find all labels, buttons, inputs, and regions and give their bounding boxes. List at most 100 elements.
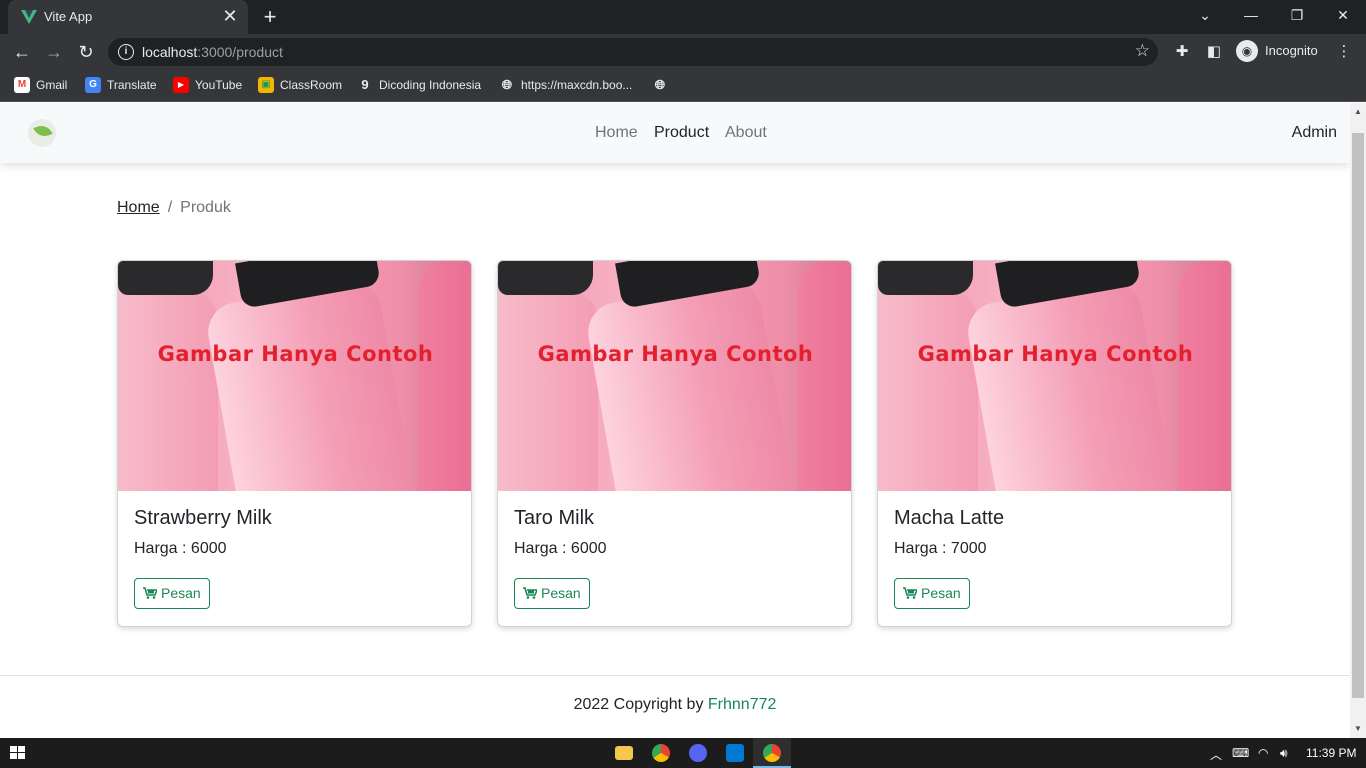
translate-icon: G <box>85 77 101 93</box>
card-body: Taro Milk Harga : 6000 Pesan <box>514 507 835 609</box>
menu-kebab-icon[interactable]: ⋮ <box>1334 42 1354 62</box>
brand-logo[interactable] <box>28 119 56 147</box>
url-text: localhost:3000/product <box>142 44 283 60</box>
windows-start-icon[interactable] <box>10 746 26 760</box>
product-card: Gambar Hanya Contoh Strawberry Milk Harg… <box>117 260 472 627</box>
wifi-icon[interactable]: ◠ <box>1258 746 1268 760</box>
image-caption: Gambar Hanya Contoh <box>157 342 434 366</box>
image-caption: Gambar Hanya Contoh <box>917 342 1194 366</box>
bookmarks-bar: M Gmail G Translate ▶ YouTube ▣ ClassRoom 9D… <box>0 70 1366 102</box>
tab-search-chevron-icon[interactable]: ⌄ <box>1182 0 1228 30</box>
leaf-icon <box>33 122 53 140</box>
scroll-down-icon[interactable]: ▼ <box>1350 722 1366 736</box>
volume-icon[interactable]: 🔊︎ <box>1280 746 1288 761</box>
youtube-icon: ▶ <box>173 77 189 93</box>
bookmark-youtube[interactable]: ▶ YouTube <box>173 77 242 95</box>
chrome-icon <box>763 744 781 762</box>
bookmark-maxcdn[interactable]: 🌐︎ https://maxcdn.boo... <box>499 77 633 95</box>
bookmark-label: Dicoding Indonesia <box>379 78 482 92</box>
reload-icon[interactable]: ↻ <box>74 40 98 64</box>
footer-author-link[interactable]: Frhnn772 <box>708 696 777 713</box>
order-button[interactable]: Pesan <box>514 578 590 609</box>
taskbar-chrome-incognito[interactable] <box>753 738 791 768</box>
taskbar-vscode[interactable] <box>716 738 754 768</box>
scrollbar-thumb[interactable] <box>1352 133 1364 698</box>
back-icon[interactable]: ← <box>10 40 34 64</box>
taskbar-chrome[interactable] <box>642 738 680 768</box>
taskbar-clock[interactable]: 11:39 PM <box>1306 746 1356 760</box>
product-image: Gambar Hanya Contoh <box>878 261 1231 491</box>
scroll-up-icon[interactable]: ▲ <box>1350 105 1366 119</box>
taskbar-discord[interactable] <box>679 738 717 768</box>
incognito-label: Incognito <box>1265 43 1318 58</box>
vscode-icon <box>726 744 744 762</box>
url-host: localhost <box>142 44 198 60</box>
site-navbar: Home Product About Admin <box>0 103 1350 163</box>
bookmark-untitled[interactable]: 🌐︎ <box>652 77 674 95</box>
image-caption: Gambar Hanya Contoh <box>537 342 814 366</box>
product-price: Harga : 6000 <box>134 540 227 557</box>
incognito-icon: ◉ <box>1236 40 1258 62</box>
browser-toolbar: ← → ↻ i localhost:3000/product ☆ ✚ ◧ ◉ I… <box>0 34 1366 70</box>
bookmark-translate[interactable]: G Translate <box>85 77 157 95</box>
globe-icon: 🌐︎ <box>654 77 666 92</box>
footer-text: 2022 Copyright by Frhnn772 <box>0 696 1350 714</box>
footer-prefix: 2022 Copyright by <box>573 696 708 713</box>
vite-vue-icon <box>21 10 37 24</box>
bookmark-label: Gmail <box>36 78 68 92</box>
os-taskbar: ︿ ⌨ ◠ 🔊︎ 11:39 PM <box>0 738 1366 768</box>
bookmark-label: ClassRoom <box>280 78 343 92</box>
product-name: Strawberry Milk <box>134 507 272 529</box>
globe-icon: 🌐︎ <box>501 77 513 92</box>
nav-admin[interactable]: Admin <box>1292 124 1337 142</box>
classroom-icon: ▣ <box>258 77 274 93</box>
site-info-icon[interactable]: i <box>118 44 134 60</box>
breadcrumb: Home / Produk <box>117 199 231 217</box>
cart-icon <box>903 587 917 599</box>
bookmark-classroom[interactable]: ▣ ClassRoom <box>258 77 342 95</box>
close-window-icon[interactable]: ✕ <box>1320 0 1366 30</box>
card-body: Strawberry Milk Harga : 6000 Pesan <box>134 507 455 609</box>
nav-link-product[interactable]: Product <box>654 124 709 142</box>
extensions-icon[interactable]: ✚ <box>1172 42 1192 62</box>
tray-chevron-icon[interactable]: ︿ <box>1210 746 1222 763</box>
browser-tab-strip: Vite App ✕ + ⌄ — ❐ ✕ <box>0 0 1366 34</box>
nav-link-about[interactable]: About <box>725 124 767 142</box>
nav-link-home[interactable]: Home <box>595 124 638 142</box>
product-price: Harga : 6000 <box>514 540 607 557</box>
order-button-label: Pesan <box>541 585 581 601</box>
order-button-label: Pesan <box>161 585 201 601</box>
order-button[interactable]: Pesan <box>134 578 210 609</box>
product-price: Harga : 7000 <box>894 540 987 557</box>
discord-icon <box>689 744 707 762</box>
order-button-label: Pesan <box>921 585 961 601</box>
minimize-icon[interactable]: — <box>1228 0 1274 30</box>
taskbar-file-explorer[interactable] <box>605 738 643 768</box>
product-image: Gambar Hanya Contoh <box>498 261 851 491</box>
breadcrumb-current: Produk <box>180 199 231 216</box>
keyboard-layout-icon[interactable]: ⌨ <box>1232 746 1249 760</box>
bookmark-label: YouTube <box>195 78 243 92</box>
product-name: Taro Milk <box>514 507 595 529</box>
product-image: Gambar Hanya Contoh <box>118 261 471 491</box>
cart-icon <box>143 587 157 599</box>
address-bar[interactable]: i localhost:3000/product ☆ <box>108 38 1158 66</box>
bookmark-dicoding[interactable]: 9 Dicoding Indonesia <box>357 77 481 95</box>
close-tab-icon[interactable]: ✕ <box>220 6 240 26</box>
card-body: Macha Latte Harga : 7000 Pesan <box>894 507 1215 609</box>
page-scrollbar[interactable]: ▲ ▼ <box>1350 103 1366 738</box>
folder-icon <box>615 746 633 760</box>
browser-tab[interactable]: Vite App ✕ <box>8 0 248 34</box>
forward-icon[interactable]: → <box>42 40 66 64</box>
breadcrumb-home[interactable]: Home <box>117 199 160 216</box>
bookmark-label: https://maxcdn.boo... <box>521 78 633 92</box>
bookmark-star-icon[interactable]: ☆ <box>1135 41 1150 61</box>
order-button[interactable]: Pesan <box>894 578 970 609</box>
site-footer: 2022 Copyright by Frhnn772 <box>0 675 1350 738</box>
url-path: :3000/product <box>197 44 283 60</box>
bookmark-gmail[interactable]: M Gmail <box>14 77 67 95</box>
product-card: Gambar Hanya Contoh Taro Milk Harga : 60… <box>497 260 852 627</box>
restore-icon[interactable]: ❐ <box>1274 0 1320 30</box>
new-tab-icon[interactable]: + <box>258 5 282 29</box>
side-panel-icon[interactable]: ◧ <box>1204 42 1224 62</box>
